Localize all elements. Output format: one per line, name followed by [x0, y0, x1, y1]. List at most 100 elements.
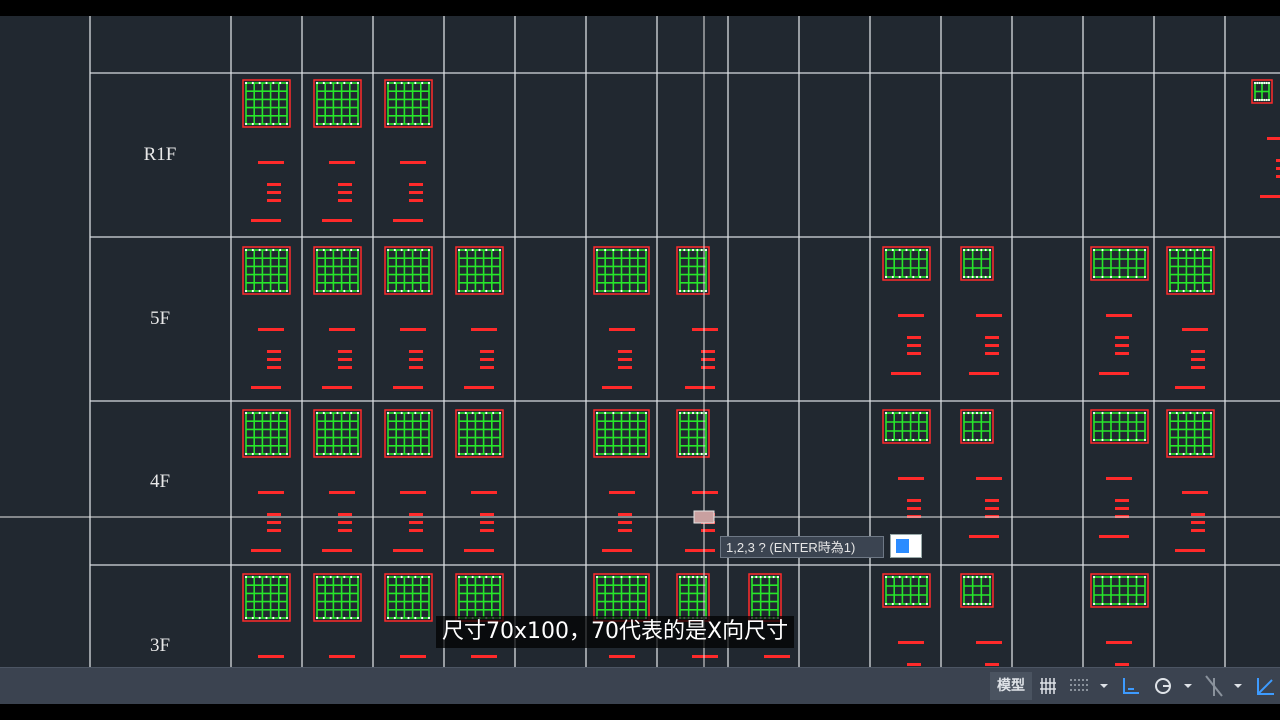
rebar-dot — [1175, 248, 1178, 252]
rebar-dot — [407, 575, 410, 579]
rebar-dot — [407, 289, 410, 293]
rebar-dot — [356, 289, 360, 293]
rebar-dot — [329, 289, 332, 293]
annotation-mark — [267, 366, 281, 369]
pickbox-cursor — [693, 510, 715, 524]
rebar-dot — [471, 575, 474, 579]
column-schedule-drawing[interactable] — [0, 16, 1280, 667]
rebar-dot — [1109, 602, 1113, 606]
rebar-dot — [478, 289, 481, 293]
rebar-dot — [322, 575, 325, 579]
rebar-dot — [905, 275, 908, 279]
annotation-mark — [1191, 529, 1205, 532]
rebar-dot — [967, 411, 970, 415]
rebar-dot — [393, 122, 396, 126]
rebar-grid — [1093, 249, 1146, 278]
annotation-mark — [480, 350, 494, 353]
rebar-dot — [971, 438, 974, 442]
rebar-dot — [912, 275, 915, 279]
rebar-dot — [1101, 602, 1104, 606]
rebar-dot — [1143, 275, 1147, 279]
rebar-dot — [492, 289, 495, 293]
annotation-mark — [258, 161, 284, 164]
annotation-mark — [338, 366, 352, 369]
rebar-dot — [691, 452, 695, 456]
annotation-mark — [898, 477, 924, 480]
dropdown-icon[interactable] — [1234, 684, 1242, 688]
rebar-dot — [644, 411, 648, 415]
snap-mode-icon[interactable] — [1070, 679, 1088, 691]
annotation-mark — [338, 183, 352, 186]
rebar-grid — [963, 412, 991, 441]
dropdown-icon[interactable] — [1100, 684, 1108, 688]
annotation-mark — [267, 529, 281, 532]
rebar-dot — [393, 289, 396, 293]
rebar-dot — [898, 248, 901, 252]
rebar-dot — [595, 248, 599, 252]
annotation-mark — [1260, 195, 1280, 198]
annotation-mark — [258, 328, 284, 331]
annotation-mark — [251, 549, 281, 552]
rebar-dot — [696, 411, 699, 415]
rebar-dot — [414, 575, 417, 579]
annotation-mark — [400, 491, 426, 494]
model-tab[interactable]: 模型 — [990, 672, 1032, 700]
rebar-dot — [414, 248, 417, 252]
rebar-dot — [962, 438, 966, 442]
rebar-dot — [988, 602, 992, 606]
rebar-dot — [636, 289, 639, 293]
rebar-dot — [636, 575, 639, 579]
rebar-dot — [315, 411, 319, 415]
rebar-dot — [612, 248, 615, 252]
rebar-dot — [620, 289, 623, 293]
annotation-mark — [1115, 663, 1129, 666]
annotation-mark — [701, 350, 715, 353]
annotation-mark — [329, 328, 355, 331]
dropdown-icon[interactable] — [1184, 684, 1192, 688]
rebar-dot — [350, 289, 353, 293]
annotation-mark — [267, 350, 281, 353]
rebar-dot — [1143, 602, 1147, 606]
rebar-dot — [350, 616, 353, 620]
rebar-dot — [1182, 289, 1185, 293]
rebar-dot — [244, 122, 248, 126]
column-outline — [313, 409, 362, 458]
rebar-dot — [967, 248, 970, 252]
rebar-dot — [604, 411, 607, 415]
rebar-grid — [1093, 576, 1146, 605]
rebar-dot — [980, 602, 983, 606]
rebar-grid — [458, 412, 501, 455]
annotation-mark — [602, 549, 632, 552]
column-outline — [242, 573, 291, 622]
rebar-dot — [336, 616, 339, 620]
rebar-dot — [258, 122, 261, 126]
rebar-dot — [386, 411, 390, 415]
rebar-dot — [485, 248, 488, 252]
column-outline — [960, 246, 994, 281]
drawing-canvas[interactable]: R1F 5F 4F 3F — [0, 16, 1280, 667]
rebar-dot — [336, 81, 339, 85]
rebar-dot — [251, 122, 254, 126]
polar-tracking-icon[interactable] — [1155, 678, 1171, 694]
rebar-dot — [471, 289, 474, 293]
rebar-dot — [251, 452, 254, 456]
rebar-dot — [272, 616, 275, 620]
rebar-dot — [421, 452, 424, 456]
dynamic-input-field[interactable] — [890, 534, 922, 558]
rebar-dot — [604, 248, 607, 252]
dynamic-ucs-icon[interactable] — [1257, 678, 1274, 695]
rebar-dot — [925, 248, 929, 252]
rebar-dot — [912, 602, 915, 606]
rebar-dot — [421, 122, 424, 126]
annotation-mark — [471, 655, 497, 658]
annotation-mark — [1191, 521, 1205, 524]
annotation-mark — [267, 513, 281, 516]
video-subtitle: 尺寸70x100，70代表的是X向尺寸 — [436, 616, 795, 648]
grid-display-icon[interactable] — [1040, 678, 1056, 694]
rebar-dot — [644, 289, 648, 293]
rebar-dot — [265, 81, 268, 85]
rebar-dot — [421, 411, 424, 415]
ortho-mode-icon[interactable] — [1123, 678, 1139, 694]
rebar-dot — [279, 122, 282, 126]
object-snap-icon[interactable] — [1205, 675, 1223, 697]
